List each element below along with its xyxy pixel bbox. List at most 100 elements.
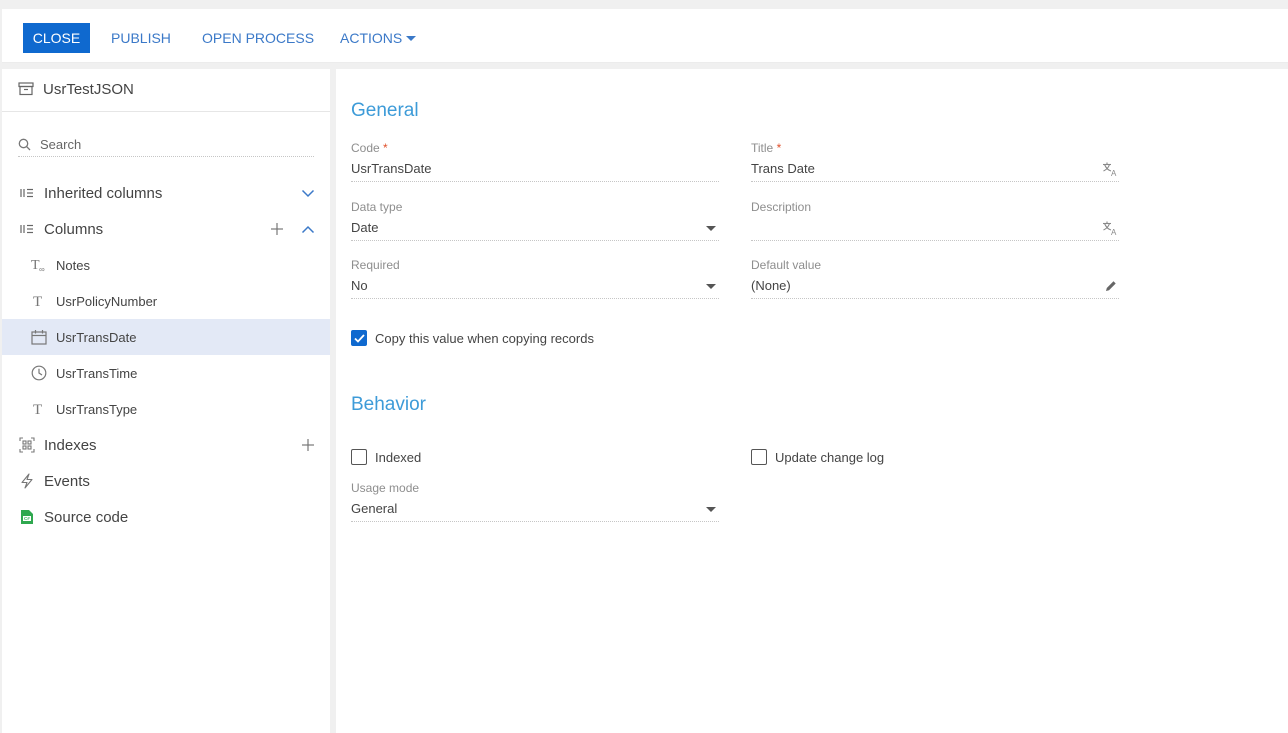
- title-label-text: Title: [751, 141, 774, 155]
- tree-item-label: Inherited columns: [44, 184, 163, 202]
- tree-item-label: Columns: [44, 220, 104, 238]
- lightning-icon: [18, 473, 36, 489]
- dropdown-arrow-icon[interactable]: [703, 506, 719, 512]
- code-label-text: Code: [351, 141, 380, 155]
- svg-text:A: A: [1111, 228, 1117, 236]
- column-item-usrtranstime[interactable]: UsrTransTime: [2, 355, 330, 391]
- divider: [2, 111, 330, 112]
- data-type-field: Data type Date: [351, 200, 719, 241]
- code-field: Code * UsrTransDate: [351, 141, 719, 182]
- column-item-label: UsrTransType: [56, 401, 138, 417]
- dropdown-arrow-icon[interactable]: [703, 283, 719, 289]
- object-title: UsrTestJSON: [18, 79, 134, 99]
- default-value-label: Default value: [751, 258, 822, 272]
- copy-value-checkbox[interactable]: [351, 330, 367, 346]
- add-index-icon[interactable]: [300, 437, 316, 453]
- usage-mode-field: Usage mode General: [351, 481, 719, 522]
- toolbar: CLOSE PUBLISH OPEN PROCESS ACTIONS: [2, 9, 1288, 63]
- usage-mode-value: General: [351, 501, 398, 516]
- source-code-icon: C#: [18, 509, 36, 525]
- column-item-label: UsrTransDate: [56, 329, 137, 345]
- copy-value-label: Copy this value when copying records: [375, 330, 594, 346]
- title-label: Title *: [751, 141, 1119, 155]
- svg-text:∞: ∞: [39, 265, 45, 273]
- tree-item-label: Source code: [44, 508, 129, 526]
- required-marker: *: [776, 141, 782, 155]
- column-item-usrtranstype[interactable]: T UsrTransType: [2, 391, 330, 427]
- close-button[interactable]: CLOSE: [23, 23, 90, 53]
- default-value-value: (None): [751, 278, 791, 293]
- text-icon: T: [30, 293, 48, 309]
- columns-list-icon: [18, 223, 36, 235]
- text-icon: T: [30, 401, 48, 417]
- caret-down-icon: [406, 35, 417, 41]
- column-item-label: UsrPolicyNumber: [56, 293, 158, 309]
- indexed-checkbox-row[interactable]: Indexed: [351, 449, 421, 465]
- tree-item-indexes[interactable]: Indexes: [2, 427, 330, 463]
- translate-icon[interactable]: A: [1101, 219, 1119, 237]
- code-label: Code *: [351, 141, 719, 155]
- actions-menu-button[interactable]: ACTIONS: [340, 23, 417, 53]
- update-change-log-checkbox[interactable]: [751, 449, 767, 465]
- search-box: [18, 133, 314, 157]
- search-icon: [18, 138, 34, 151]
- title-input[interactable]: Trans Date A: [751, 160, 1119, 182]
- required-field: Required No: [351, 258, 719, 299]
- usage-mode-label: Usage mode: [351, 481, 420, 495]
- svg-text:A: A: [1111, 169, 1117, 177]
- chevron-down-icon[interactable]: [300, 185, 316, 201]
- behavior-section-title: Behavior: [351, 394, 426, 415]
- data-type-value: Date: [351, 220, 379, 235]
- object-icon: [18, 82, 36, 96]
- column-item-label: Notes: [56, 257, 90, 273]
- tree-item-label: Indexes: [44, 436, 97, 454]
- clock-icon: [30, 365, 48, 381]
- text-multiline-icon: T ∞: [30, 257, 48, 273]
- add-column-icon[interactable]: [269, 221, 285, 237]
- copy-value-checkbox-row[interactable]: Copy this value when copying records: [351, 330, 594, 346]
- publish-button[interactable]: PUBLISH: [111, 23, 171, 53]
- svg-text:T: T: [33, 402, 42, 417]
- code-input[interactable]: UsrTransDate: [351, 160, 719, 182]
- object-name: UsrTestJSON: [43, 80, 134, 98]
- required-select[interactable]: No: [351, 277, 719, 299]
- tree-item-events[interactable]: Events: [2, 463, 330, 499]
- description-field: Description A: [751, 200, 1119, 241]
- description-label: Description: [751, 200, 812, 214]
- tree-item-label: Events: [44, 472, 90, 490]
- indexed-label: Indexed: [375, 449, 422, 465]
- required-marker: *: [383, 141, 388, 155]
- chevron-up-icon[interactable]: [300, 221, 316, 237]
- update-change-log-checkbox-row[interactable]: Update change log: [751, 449, 884, 465]
- actions-label: ACTIONS: [340, 30, 403, 46]
- pencil-icon[interactable]: [1103, 277, 1119, 295]
- svg-text:C#: C#: [24, 516, 30, 521]
- default-value-input[interactable]: (None): [751, 277, 1119, 299]
- required-value: No: [351, 278, 368, 293]
- dropdown-arrow-icon[interactable]: [703, 225, 719, 231]
- indexed-checkbox[interactable]: [351, 449, 367, 465]
- data-type-select[interactable]: Date: [351, 219, 719, 241]
- column-item-usrtransdate[interactable]: UsrTransDate: [2, 319, 330, 355]
- calendar-icon: [30, 329, 48, 345]
- main-panel: General Code * UsrTransDate Title * Tran…: [336, 69, 1288, 733]
- description-input[interactable]: A: [751, 219, 1119, 241]
- columns-list-icon: [18, 187, 36, 199]
- column-item-usrpolicynumber[interactable]: T UsrPolicyNumber: [2, 283, 330, 319]
- index-icon: [18, 437, 36, 453]
- column-item-notes[interactable]: T ∞ Notes: [2, 247, 330, 283]
- title-field: Title * Trans Date A: [751, 141, 1119, 182]
- translate-icon[interactable]: A: [1101, 160, 1119, 178]
- title-value: Trans Date: [751, 161, 815, 176]
- tree-item-inherited-columns[interactable]: Inherited columns: [2, 175, 330, 211]
- data-type-label: Data type: [351, 200, 403, 214]
- open-process-button[interactable]: OPEN PROCESS: [202, 23, 314, 53]
- default-value-field: Default value (None): [751, 258, 1119, 299]
- general-section-title: General: [351, 100, 419, 121]
- column-item-label: UsrTransTime: [56, 365, 138, 381]
- tree-item-columns[interactable]: Columns: [2, 211, 330, 247]
- usage-mode-select[interactable]: General: [351, 500, 719, 522]
- search-input[interactable]: [40, 137, 300, 152]
- required-label: Required: [351, 258, 400, 272]
- tree-item-source-code[interactable]: C# Source code: [2, 499, 330, 535]
